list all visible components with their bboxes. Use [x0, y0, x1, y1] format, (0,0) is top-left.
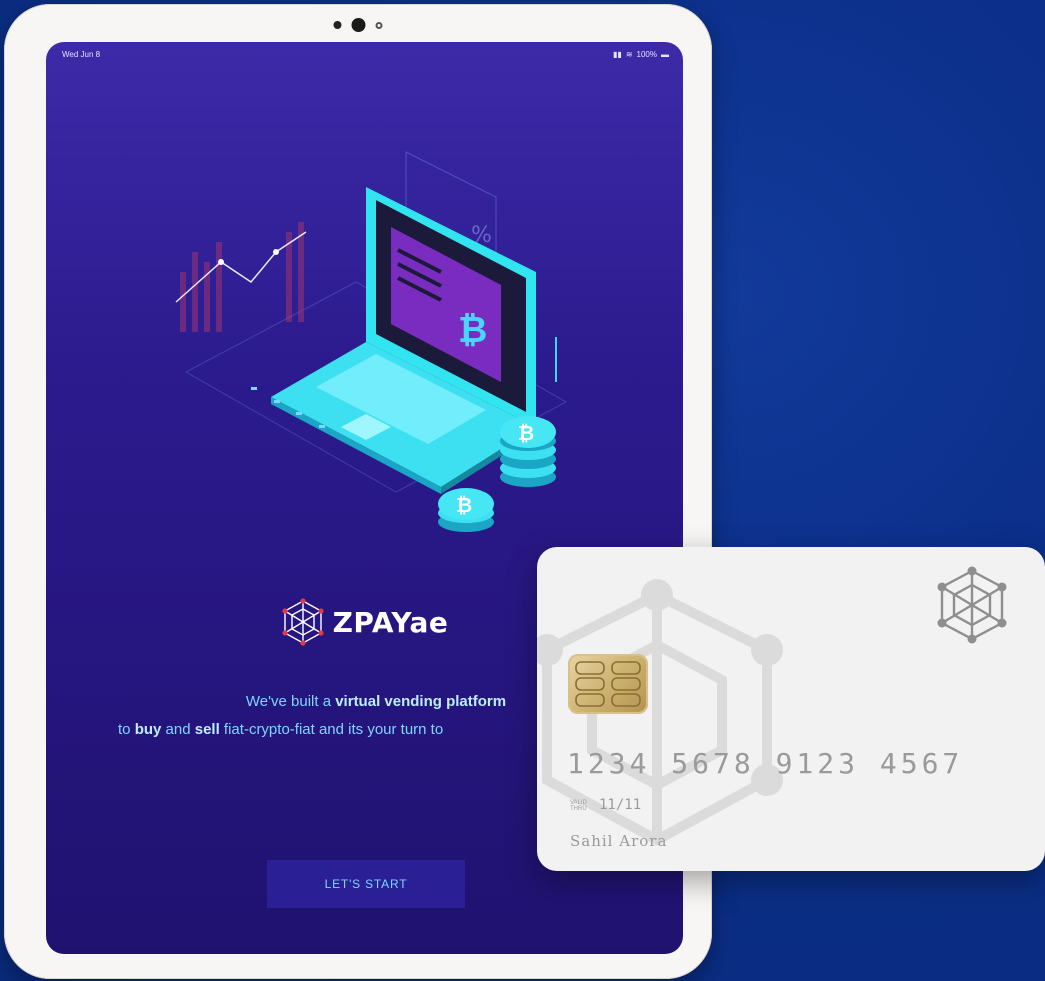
tagline-text: to: [118, 721, 135, 738]
sensor-ring: [375, 21, 383, 29]
status-bar: Wed Jun 8 ▮▮ ≋ 100% ▬: [62, 50, 669, 59]
battery-percent: 100%: [636, 50, 657, 59]
svg-text:₿: ₿: [518, 421, 534, 445]
status-date: Wed Jun 8: [62, 50, 101, 59]
chart-point: [218, 259, 224, 265]
tagline-text: and: [161, 721, 195, 738]
tagline-text: fiat-crypto-fiat and its your turn to: [219, 721, 444, 738]
tagline-text: We've built a: [245, 693, 336, 710]
card-expiry-label: VALID THRU: [570, 800, 587, 812]
battery-icon: ▬: [661, 49, 669, 59]
svg-text:₿: ₿: [456, 493, 472, 517]
wifi-icon: ≋: [625, 49, 633, 59]
chart-point: [273, 249, 279, 255]
status-indicators: ▮▮ ≋ 100% ▬: [613, 50, 669, 59]
tagline-highlight: virtual vending platform: [335, 693, 507, 710]
signal-icon: ▮▮: [613, 49, 622, 59]
card-chip-icon: [568, 654, 648, 714]
coin-stack-small: ₿: [438, 488, 494, 532]
credit-card: 1234 5678 9123 4567 VALID THRU 11/11 Sah…: [537, 547, 1045, 871]
tablet-camera: [333, 18, 383, 32]
sensor-dot: [333, 21, 342, 29]
lets-start-button[interactable]: LET'S START: [267, 860, 465, 908]
coin-stack-large: ₿: [500, 416, 556, 487]
tagline-line-2: to buy and sell fiat-crypto-fiat and its…: [118, 716, 598, 744]
tagline-highlight-sell: sell: [194, 721, 220, 738]
chart-bars: [180, 222, 304, 332]
card-number: 1234 5678 9123 4567: [567, 747, 964, 780]
card-expiry: 11/11: [599, 797, 642, 813]
web-polyhedron-icon: [281, 598, 324, 646]
camera-lens: [351, 18, 366, 32]
bitcoin-icon: ₿: [458, 310, 487, 351]
card-logo-icon: [937, 566, 1007, 644]
card-holder-name: Sahil Arora: [570, 832, 668, 850]
tagline-highlight-buy: buy: [134, 721, 162, 738]
brand-name: ZPAYae: [332, 605, 449, 639]
crypto-laptop-illustration: % ₿ ₿ ₿: [175, 151, 568, 532]
